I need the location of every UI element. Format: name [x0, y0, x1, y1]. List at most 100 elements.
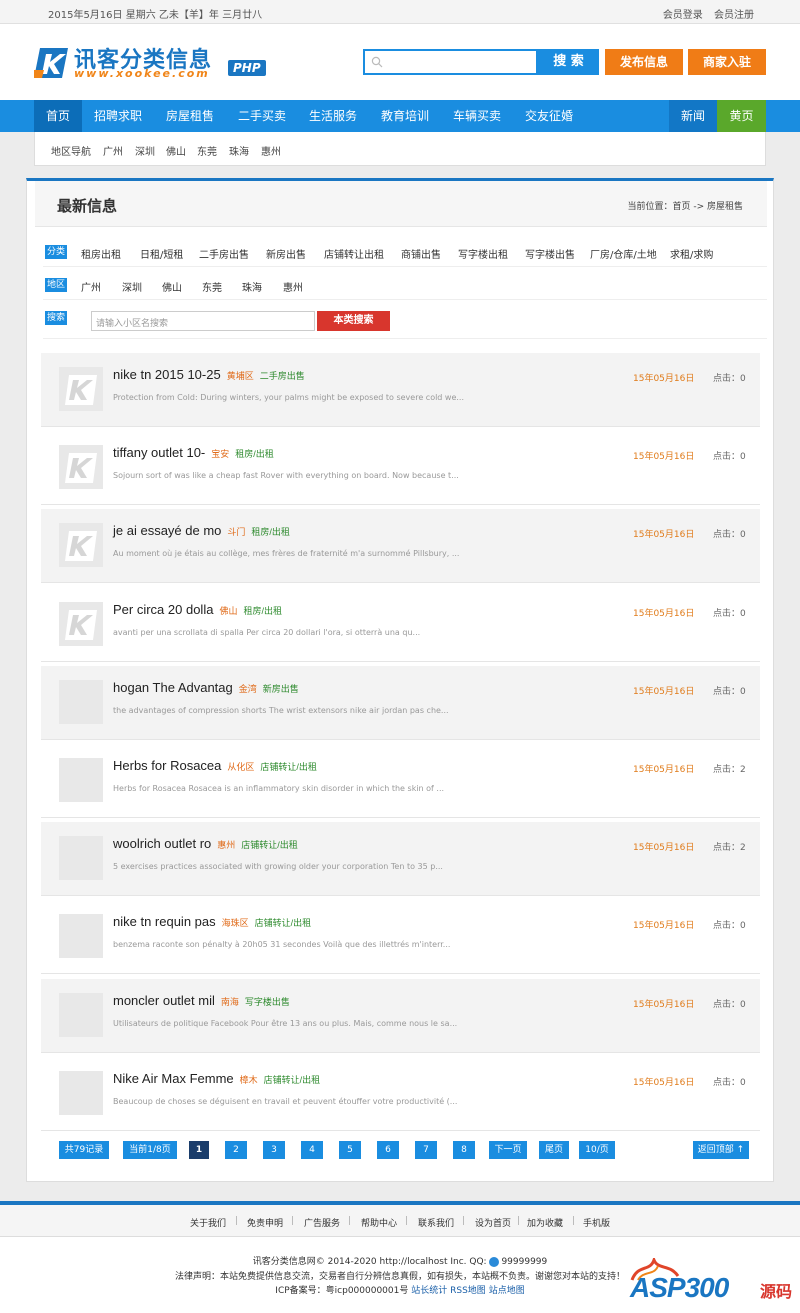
listing-title[interactable]: je ai essayé de mo — [113, 523, 221, 538]
listing-thumbnail[interactable] — [59, 758, 103, 802]
listing-item[interactable]: woolrich outlet ro 惠州 店铺转让/出租 5 exercises p… — [41, 822, 760, 897]
listing-area[interactable]: 金湾 — [239, 684, 257, 694]
listing-thumbnail[interactable] — [59, 679, 103, 724]
footer-link-ads[interactable]: 广告服务 — [304, 1216, 340, 1229]
listing-item[interactable]: je ai essayé de mo 斗门 租房/出租 Au moment où je… — [41, 509, 760, 584]
community-search-input[interactable]: 请输入小区名搜索 — [91, 311, 315, 331]
listing-area[interactable]: 斗门 — [227, 527, 245, 537]
nav-item-jobs[interactable]: 招聘求职 — [84, 100, 152, 132]
nav-item-education[interactable]: 教育培训 — [371, 100, 439, 132]
listing-thumbnail[interactable] — [59, 445, 103, 490]
nav-item-yellow-pages[interactable]: 黄页 — [717, 100, 766, 132]
listing-area[interactable]: 佛山 — [219, 606, 237, 616]
listing-title[interactable]: tiffany outlet 10- — [113, 445, 205, 460]
listing-category[interactable]: 二手房出售 — [260, 371, 305, 381]
listing-title[interactable]: moncler outlet mil — [113, 993, 215, 1008]
area-option[interactable]: 佛山 — [162, 279, 182, 294]
listing-item[interactable]: nike tn requin pas 海珠区 店铺转让/出租 benzema raco… — [41, 900, 760, 975]
page-button-2[interactable]: 2 — [225, 1141, 247, 1159]
per-page-select[interactable]: 10/页 — [579, 1141, 615, 1159]
category-option[interactable]: 二手房出售 — [199, 246, 249, 261]
listing-thumbnail[interactable] — [59, 367, 103, 411]
region-huizhou[interactable]: 惠州 — [261, 143, 281, 158]
listing-thumbnail[interactable] — [59, 1070, 103, 1115]
back-to-top-button[interactable]: 返回顶部 ↑ — [693, 1141, 749, 1159]
nav-item-news[interactable]: 新闻 — [669, 100, 717, 132]
footer-link-favorite[interactable]: 加为收藏 — [527, 1216, 563, 1229]
region-foshan[interactable]: 佛山 — [166, 143, 186, 158]
merchant-join-button[interactable]: 商家入驻 — [688, 49, 766, 75]
footer-link-about[interactable]: 关于我们 — [190, 1216, 226, 1229]
listing-category[interactable]: 店铺转让/出租 — [255, 918, 312, 928]
listing-thumbnail[interactable] — [59, 601, 103, 646]
nav-item-home[interactable]: 首页 — [34, 100, 82, 132]
category-option[interactable]: 店铺转让出租 — [324, 246, 384, 261]
listing-area[interactable]: 黄埔区 — [227, 371, 254, 381]
nav-item-dating[interactable]: 交友征婚 — [515, 100, 583, 132]
listing-thumbnail[interactable] — [59, 523, 103, 568]
region-zhuhai[interactable]: 珠海 — [229, 143, 249, 158]
page-button-6[interactable]: 6 — [377, 1141, 399, 1159]
listing-title[interactable]: woolrich outlet ro — [113, 836, 211, 851]
listing-item[interactable]: Herbs for Rosacea 从化区 店铺转让/出租 Herbs for Ros… — [41, 744, 760, 818]
site-stats-link[interactable]: 站长统计 — [411, 1286, 447, 1296]
page-button-8[interactable]: 8 — [453, 1141, 475, 1159]
area-option[interactable]: 广州 — [81, 279, 101, 294]
footer-link-contact[interactable]: 联系我们 — [418, 1216, 454, 1229]
category-option[interactable]: 新房出售 — [266, 246, 306, 261]
listing-area[interactable]: 南海 — [221, 997, 239, 1007]
rss-map-link[interactable]: RSS地图 — [450, 1286, 486, 1296]
nav-item-housing[interactable]: 房屋租售 — [156, 100, 224, 132]
listing-title[interactable]: nike tn requin pas — [113, 914, 216, 929]
page-button-4[interactable]: 4 — [301, 1141, 323, 1159]
listing-title[interactable]: nike tn 2015 10-25 — [113, 367, 221, 382]
listing-area[interactable]: 惠州 — [217, 840, 235, 850]
listing-item[interactable]: tiffany outlet 10- 宝安 租房/出租 Sojourn sort of… — [41, 431, 760, 506]
area-option[interactable]: 东莞 — [202, 279, 222, 294]
listing-area[interactable]: 樟木 — [240, 1075, 258, 1085]
listing-area[interactable]: 从化区 — [227, 762, 254, 772]
listing-thumbnail[interactable] — [59, 914, 103, 959]
listing-title[interactable]: hogan The Advantag — [113, 680, 233, 695]
site-map-link[interactable]: 站点地图 — [489, 1286, 525, 1296]
footer-link-help[interactable]: 帮助中心 — [361, 1216, 397, 1229]
region-dongguan[interactable]: 东莞 — [197, 143, 217, 158]
nav-item-life-services[interactable]: 生活服务 — [299, 100, 367, 132]
nav-item-secondhand[interactable]: 二手买卖 — [228, 100, 296, 132]
listing-category[interactable]: 新房出售 — [263, 684, 299, 694]
listing-area[interactable]: 宝安 — [211, 449, 229, 459]
listing-thumbnail[interactable] — [59, 836, 103, 881]
nav-item-vehicles[interactable]: 车辆买卖 — [443, 100, 511, 132]
listing-category[interactable]: 店铺转让/出租 — [241, 840, 298, 850]
listing-category[interactable]: 店铺转让/出租 — [260, 762, 317, 772]
listing-item[interactable]: moncler outlet mil 南海 写字楼出售 Utilisateurs de… — [41, 978, 760, 1053]
next-page-button[interactable]: 下一页 — [489, 1141, 527, 1159]
category-option[interactable]: 日租/短租 — [140, 246, 183, 261]
category-option[interactable]: 租房出租 — [81, 246, 121, 261]
footer-link-set-home[interactable]: 设为首页 — [475, 1216, 511, 1229]
region-guangzhou[interactable]: 广州 — [103, 143, 123, 158]
listing-item[interactable]: Per circa 20 dolla 佛山 租房/出租 avanti per una … — [41, 587, 760, 662]
listing-title[interactable]: Per circa 20 dolla — [113, 602, 213, 617]
category-option[interactable]: 写字楼出售 — [525, 246, 575, 261]
member-login-link[interactable]: 会员登录 — [663, 10, 703, 21]
category-option[interactable]: 写字楼出租 — [458, 246, 508, 261]
region-shenzhen[interactable]: 深圳 — [135, 143, 155, 158]
listing-area[interactable]: 海珠区 — [222, 918, 249, 928]
member-register-link[interactable]: 会员注册 — [714, 10, 754, 21]
category-option[interactable]: 求租/求购 — [670, 246, 713, 261]
page-button-7[interactable]: 7 — [415, 1141, 437, 1159]
last-page-button[interactable]: 尾页 — [539, 1141, 569, 1159]
search-input[interactable] — [389, 53, 534, 71]
area-option[interactable]: 深圳 — [122, 279, 142, 294]
listing-category[interactable]: 店铺转让/出租 — [264, 1075, 321, 1085]
area-option[interactable]: 珠海 — [242, 279, 262, 294]
site-logo[interactable]: 讯客分类信息 www.xookee.com PHP — [34, 44, 274, 88]
footer-link-mobile[interactable]: 手机版 — [583, 1216, 610, 1229]
listing-category[interactable]: 租房/出租 — [235, 449, 274, 459]
area-option[interactable]: 惠州 — [283, 279, 303, 294]
listing-item[interactable]: nike tn 2015 10-25 黄埔区 二手房出售 Protection fro… — [41, 353, 760, 427]
footer-link-disclaimer[interactable]: 免责申明 — [247, 1216, 283, 1229]
page-button-3[interactable]: 3 — [263, 1141, 285, 1159]
listing-category[interactable]: 租房/出租 — [243, 606, 282, 616]
